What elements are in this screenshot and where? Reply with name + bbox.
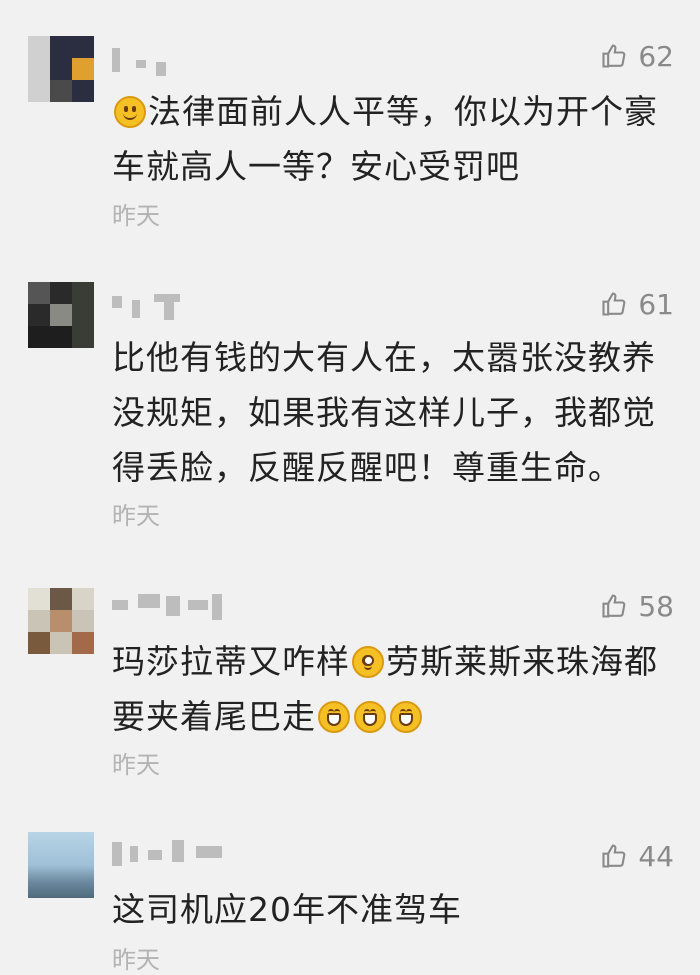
comment-text: 法律面前人人平等，你以为开个豪 车就高人一等？安心受罚吧 bbox=[112, 84, 672, 194]
comment-line: 劳斯莱斯来珠海都 bbox=[386, 642, 658, 681]
avatar[interactable] bbox=[28, 282, 94, 348]
like-count: 58 bbox=[638, 589, 674, 623]
like-button[interactable]: 62 bbox=[600, 36, 674, 76]
thumbs-up-icon bbox=[602, 44, 626, 68]
like-count: 44 bbox=[638, 839, 674, 873]
like-count: 61 bbox=[638, 287, 674, 321]
timestamp: 昨天 bbox=[112, 202, 160, 230]
avatar[interactable] bbox=[28, 36, 94, 102]
like-button[interactable]: 61 bbox=[600, 284, 674, 324]
comment-text: 这司机应20年不准驾车 bbox=[112, 882, 672, 937]
thumbs-up-icon bbox=[602, 594, 626, 618]
comment-text: 比他有钱的大有人在，太嚣张没教养 没规矩，如果我有这样儿子，我都觉 得丢脸，反醒… bbox=[112, 330, 672, 495]
comment-line: 车就高人一等？安心受罚吧 bbox=[112, 147, 520, 186]
username-blurred[interactable] bbox=[112, 288, 182, 324]
like-count: 62 bbox=[638, 39, 674, 73]
grin-emoji-icon bbox=[390, 701, 422, 733]
username-blurred[interactable] bbox=[112, 44, 172, 80]
dizzy-emoji-icon bbox=[352, 646, 384, 678]
like-button[interactable]: 44 bbox=[600, 836, 674, 876]
like-button[interactable]: 58 bbox=[600, 586, 674, 626]
comment-line: 法律面前人人平等，你以为开个豪 bbox=[148, 92, 658, 131]
comment-line: 这司机应20年不准驾车 bbox=[112, 890, 462, 929]
grin-emoji-icon bbox=[354, 701, 386, 733]
grin-emoji-icon bbox=[318, 701, 350, 733]
avatar[interactable] bbox=[28, 832, 94, 898]
comment-line: 玛莎拉蒂又咋样 bbox=[112, 642, 350, 681]
username-blurred[interactable] bbox=[112, 836, 232, 872]
comment-line: 得丢脸，反醒反醒吧！尊重生命。 bbox=[112, 448, 622, 487]
smile-emoji-icon bbox=[114, 96, 146, 128]
timestamp: 昨天 bbox=[112, 502, 160, 530]
comment-line: 比他有钱的大有人在，太嚣张没教养 bbox=[112, 338, 656, 377]
avatar[interactable] bbox=[28, 588, 94, 654]
comment-line: 没规矩，如果我有这样儿子，我都觉 bbox=[112, 393, 656, 432]
timestamp: 昨天 bbox=[112, 751, 160, 779]
username-blurred[interactable] bbox=[112, 590, 232, 626]
comment-line: 要夹着尾巴走 bbox=[112, 697, 316, 736]
thumbs-up-icon bbox=[602, 844, 626, 868]
timestamp: 昨天 bbox=[112, 946, 160, 974]
thumbs-up-icon bbox=[602, 292, 626, 316]
comment-text: 玛莎拉蒂又咋样 劳斯莱斯来珠海都 要夹着尾巴走 bbox=[112, 634, 672, 744]
